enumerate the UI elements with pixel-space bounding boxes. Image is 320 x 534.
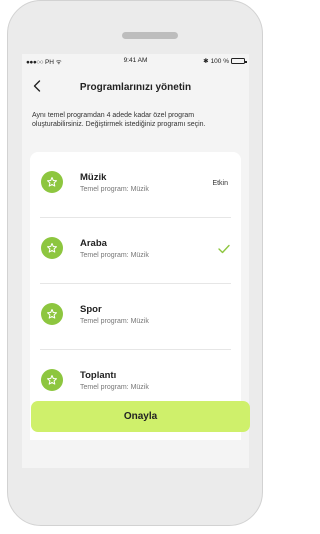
- program-base: Temel program: Müzik: [80, 252, 149, 259]
- bottom-action-area: [22, 440, 249, 468]
- program-name: Araba: [80, 238, 107, 249]
- program-item-spor[interactable]: Spor Temel program: Müzik: [30, 284, 241, 350]
- description-text: Aynı temel programdan 4 adede kadar özel…: [32, 112, 206, 129]
- program-name: Müzik: [80, 172, 107, 183]
- program-name: Spor: [80, 304, 102, 315]
- phone-speaker: [122, 32, 178, 39]
- status-right: ✱ 100 %: [203, 57, 247, 65]
- bluetooth-icon: ✱: [203, 58, 209, 65]
- confirm-button[interactable]: Onayla: [31, 401, 250, 432]
- status-bar: ●●●○○ PH ᯤ 9:41 AM ✱ 100 %: [22, 54, 249, 68]
- page-title: Programlarınızı yönetin: [79, 82, 192, 93]
- star-icon: [41, 369, 63, 391]
- program-name: Toplantı: [80, 370, 117, 381]
- battery-label: 100 %: [210, 57, 229, 65]
- navigation-bar: Programlarınızı yönetin: [22, 78, 249, 100]
- program-item-muzik[interactable]: Müzik Temel program: Müzik Etkin: [30, 152, 241, 218]
- phone-bottom-bezel: [22, 468, 249, 480]
- program-base: Temel program: Müzik: [80, 318, 149, 325]
- star-icon: [41, 237, 63, 259]
- program-base: Temel program: Müzik: [80, 186, 149, 193]
- active-status-label: Etkin: [212, 180, 228, 187]
- program-item-araba[interactable]: Araba Temel program: Müzik: [30, 218, 241, 284]
- checkmark-icon: [218, 244, 230, 254]
- star-icon: [41, 171, 63, 193]
- battery-icon: [231, 58, 247, 64]
- program-base: Temel program: Müzik: [80, 384, 149, 391]
- star-icon: [41, 303, 63, 325]
